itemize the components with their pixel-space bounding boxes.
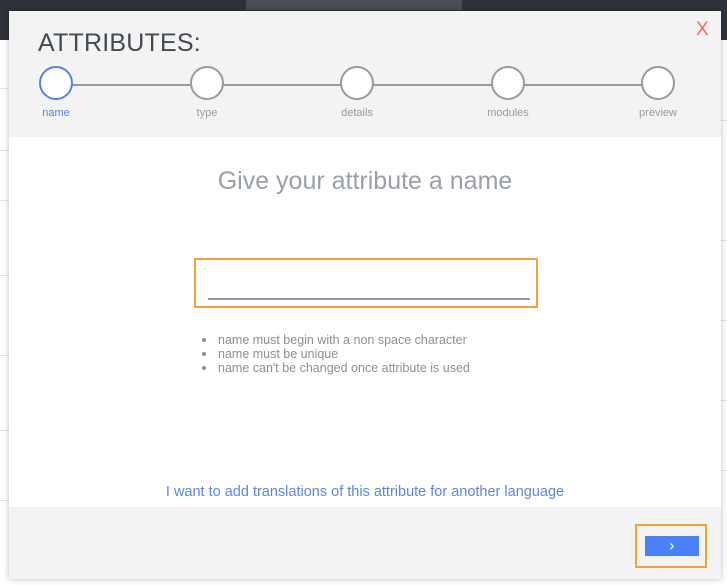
modal-header: ATTRIBUTES: X name type details modules … — [9, 11, 721, 137]
next-button-frame: › — [635, 524, 707, 568]
step-details-circle[interactable] — [340, 66, 374, 100]
step-heading: Give your attribute a name — [217, 167, 513, 195]
rule-item: name can't be changed once attribute is … — [200, 361, 470, 375]
step-modules-label: modules — [487, 107, 529, 119]
rule-item: name must begin with a non space charact… — [200, 333, 470, 347]
close-icon[interactable]: X — [696, 19, 709, 41]
wizard-stepper: name type details modules preview — [9, 66, 721, 126]
modal-footer — [9, 507, 721, 579]
name-field-frame — [194, 258, 538, 308]
chevron-right-icon: › — [668, 536, 676, 555]
step-preview-circle[interactable] — [641, 66, 675, 100]
name-rules-list: name must begin with a non space charact… — [200, 333, 470, 375]
step-modules-circle[interactable] — [491, 66, 525, 100]
next-button[interactable]: › — [645, 536, 699, 556]
step-name-label: name — [42, 107, 70, 119]
step-preview-label: preview — [639, 107, 677, 119]
modal-title: ATTRIBUTES: — [38, 29, 201, 57]
app-topbar-tab — [246, 0, 462, 10]
step-name-circle[interactable] — [39, 66, 73, 100]
step-type-circle[interactable] — [190, 66, 224, 100]
add-translations-link[interactable]: I want to add translations of this attri… — [9, 484, 721, 500]
attribute-name-input[interactable] — [208, 274, 530, 300]
step-details-label: details — [341, 107, 373, 119]
step-type-label: type — [196, 107, 218, 119]
rule-item: name must be unique — [200, 347, 470, 361]
attributes-modal: ATTRIBUTES: X name type details modules … — [9, 11, 721, 579]
